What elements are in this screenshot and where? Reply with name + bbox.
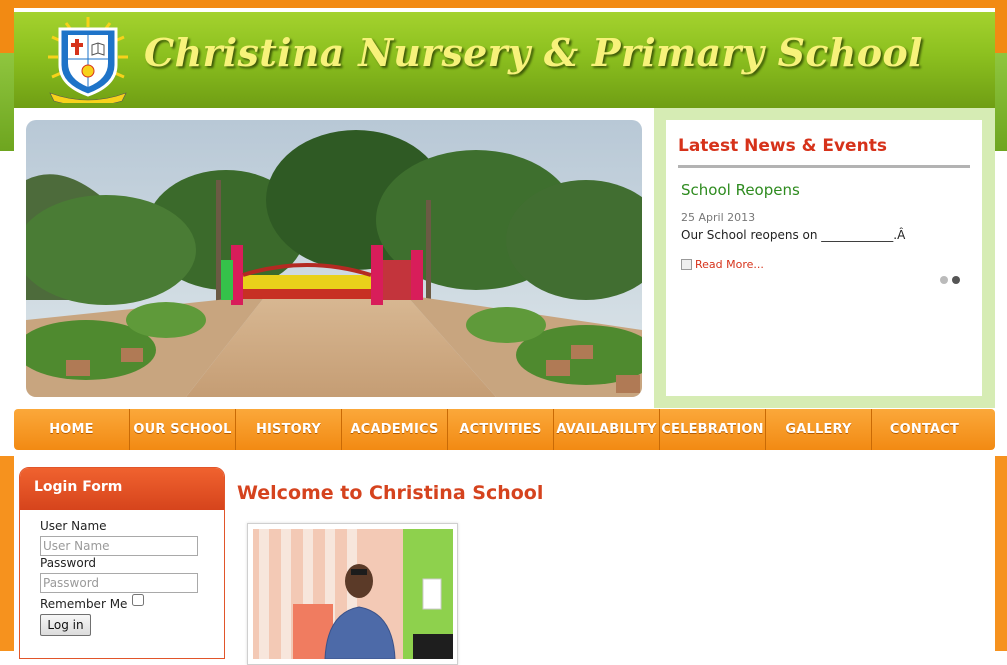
nav-academics[interactable]: ACADEMICS bbox=[342, 409, 448, 450]
pagination-dot[interactable] bbox=[940, 276, 948, 284]
news-box: Latest News & Events School Reopens 25 A… bbox=[666, 120, 982, 396]
site-header: Christina Nursery & Primary School bbox=[14, 12, 995, 108]
remember-me-label: Remember Me bbox=[40, 597, 128, 611]
nav-our-school[interactable]: OUR SCHOOL bbox=[130, 409, 236, 450]
read-more-label: Read More... bbox=[695, 258, 764, 271]
nav-activities[interactable]: ACTIVITIES bbox=[448, 409, 554, 450]
slider-pagination bbox=[940, 276, 960, 284]
pagination-dot-active[interactable] bbox=[952, 276, 960, 284]
read-more-link[interactable]: Read More... bbox=[681, 258, 764, 271]
nav-celebration[interactable]: CELEBRATION bbox=[660, 409, 766, 450]
news-text: Our School reopens on ____________.Â bbox=[681, 228, 906, 242]
username-input[interactable] bbox=[40, 536, 198, 556]
nav-gallery[interactable]: GALLERY bbox=[766, 409, 872, 450]
principal-photo-frame bbox=[247, 523, 458, 665]
school-gate-photo[interactable] bbox=[26, 120, 642, 397]
side-band bbox=[995, 456, 1007, 651]
news-date: 25 April 2013 bbox=[681, 211, 756, 224]
login-heading: Login Form bbox=[20, 468, 224, 510]
side-band bbox=[0, 8, 14, 53]
news-heading: Latest News & Events bbox=[678, 136, 887, 156]
welcome-heading: Welcome to Christina School bbox=[237, 482, 544, 504]
remember-me-checkbox[interactable] bbox=[132, 594, 144, 606]
news-item-title[interactable]: School Reopens bbox=[681, 181, 800, 199]
nav-contact[interactable]: CONTACT bbox=[872, 409, 977, 450]
principal-photo bbox=[253, 529, 453, 659]
main-nav: HOME OUR SCHOOL HISTORY ACADEMICS ACTIVI… bbox=[14, 409, 995, 450]
slider bbox=[14, 108, 654, 408]
news-divider bbox=[678, 165, 970, 168]
side-band bbox=[0, 53, 14, 151]
password-label: Password bbox=[40, 556, 97, 570]
password-input[interactable] bbox=[40, 573, 198, 593]
main-content: Login Form User Name Password Remember M… bbox=[14, 456, 995, 665]
side-band bbox=[995, 53, 1007, 151]
username-label: User Name bbox=[40, 519, 107, 533]
school-logo[interactable] bbox=[46, 15, 130, 107]
top-border bbox=[0, 0, 1007, 8]
nav-home[interactable]: HOME bbox=[14, 409, 130, 450]
login-button[interactable]: Log in bbox=[40, 614, 91, 636]
news-panel: Latest News & Events School Reopens 25 A… bbox=[654, 108, 995, 408]
nav-history[interactable]: HISTORY bbox=[236, 409, 342, 450]
nav-availability[interactable]: AVAILABILITY bbox=[554, 409, 660, 450]
side-band bbox=[0, 456, 14, 651]
site-title: Christina Nursery & Primary School bbox=[144, 30, 923, 75]
login-form: Login Form User Name Password Remember M… bbox=[19, 467, 225, 659]
side-band bbox=[995, 8, 1007, 53]
document-icon bbox=[681, 259, 692, 270]
